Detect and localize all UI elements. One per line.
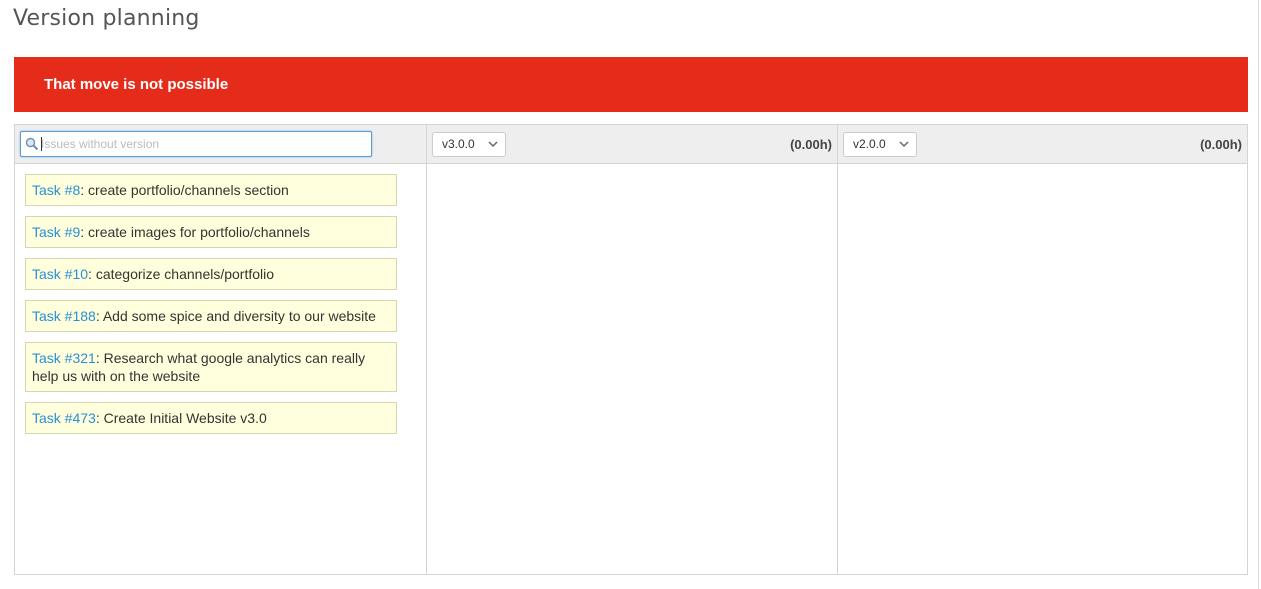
issue-card[interactable]: Task #10: categorize channels/portfolio xyxy=(25,258,397,290)
column-header xyxy=(15,125,426,164)
column-header: v3.0.0 (0.00h) xyxy=(427,125,837,164)
version-planning-board: Task #8: create portfolio/channels secti… xyxy=(14,124,1248,575)
issue-subject: : Create Initial Website v3.0 xyxy=(95,410,267,426)
search-icon xyxy=(25,137,39,151)
page-title: Version planning xyxy=(13,6,200,31)
chevron-down-icon xyxy=(899,141,909,148)
issue-link[interactable]: Task #473 xyxy=(32,410,96,426)
column-version-1: v3.0.0 (0.00h) xyxy=(426,125,837,574)
issue-link[interactable]: Task #8 xyxy=(32,182,80,198)
column-header: v2.0.0 (0.00h) xyxy=(838,125,1247,164)
issue-card[interactable]: Task #8: create portfolio/channels secti… xyxy=(25,174,397,206)
issue-subject: : Add some spice and diversity to our we… xyxy=(95,308,376,324)
search-box[interactable] xyxy=(20,131,372,157)
version-select[interactable]: v2.0.0 xyxy=(843,132,917,157)
chevron-down-icon xyxy=(488,141,498,148)
issue-link[interactable]: Task #321 xyxy=(32,350,96,366)
version-select-value: v2.0.0 xyxy=(853,137,886,151)
error-flash-message: That move is not possible xyxy=(14,57,1248,112)
issue-subject: : categorize channels/portfolio xyxy=(88,266,275,282)
estimated-hours: (0.00h) xyxy=(790,137,832,152)
issue-subject: : create images for portfolio/channels xyxy=(80,224,310,240)
column-issues-without-version: Task #8: create portfolio/channels secti… xyxy=(15,125,426,574)
page-right-border xyxy=(1258,0,1259,589)
issue-card[interactable]: Task #473: Create Initial Website v3.0 xyxy=(25,402,397,434)
issue-card[interactable]: Task #321: Research what google analytic… xyxy=(25,342,397,392)
issue-card[interactable]: Task #9: create images for portfolio/cha… xyxy=(25,216,397,248)
issue-subject: : create portfolio/channels section xyxy=(80,182,289,198)
search-input[interactable] xyxy=(41,133,365,155)
column-version-2: v2.0.0 (0.00h) xyxy=(837,125,1247,574)
text-cursor xyxy=(41,137,42,151)
estimated-hours: (0.00h) xyxy=(1200,137,1242,152)
issue-card[interactable]: Task #188: Add some spice and diversity … xyxy=(25,300,397,332)
issue-link[interactable]: Task #188 xyxy=(32,308,96,324)
version-select-value: v3.0.0 xyxy=(442,137,475,151)
issue-list: Task #8: create portfolio/channels secti… xyxy=(15,164,426,454)
issue-link[interactable]: Task #10 xyxy=(32,266,88,282)
version-select[interactable]: v3.0.0 xyxy=(432,132,506,157)
issue-link[interactable]: Task #9 xyxy=(32,224,80,240)
